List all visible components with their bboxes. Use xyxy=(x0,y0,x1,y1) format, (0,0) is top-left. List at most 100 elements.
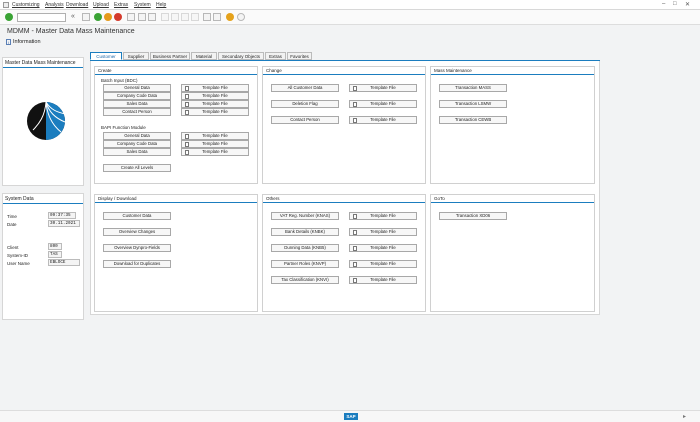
bdc-contact-person-button[interactable]: Contact Person xyxy=(103,108,171,116)
menu-help[interactable]: Help xyxy=(156,2,166,8)
template-file-button[interactable]: Template File xyxy=(181,132,249,140)
transaction-xd06-button[interactable]: Transaction XD06 xyxy=(439,212,507,220)
standard-toolbar: « xyxy=(0,10,700,25)
template-file-label: Template File xyxy=(202,101,228,106)
tab-business-partner[interactable]: Business Partner xyxy=(150,52,190,60)
help-icon[interactable] xyxy=(226,13,234,21)
all-customer-data-button[interactable]: All Customer Data xyxy=(271,84,339,92)
tab-customer[interactable]: Customer xyxy=(90,52,122,60)
command-field[interactable] xyxy=(17,13,66,22)
bapi-general-data-button[interactable]: General Data xyxy=(103,132,171,140)
bapi-sales-data-button[interactable]: Sales Data xyxy=(103,148,171,156)
create-all-levels-button[interactable]: Create All Levels xyxy=(103,164,171,172)
find-icon[interactable] xyxy=(138,13,146,21)
template-file-button[interactable]: Template File xyxy=(349,276,417,284)
system-data-title: System Data xyxy=(5,196,34,202)
dunning-data-button[interactable]: Dunning Data (KNB5) xyxy=(271,244,339,252)
menu-customizing[interactable]: Customizing xyxy=(12,2,40,8)
tax-classification-button[interactable]: Tax Classification (KNVI) xyxy=(271,276,339,284)
back-icon[interactable] xyxy=(94,13,102,21)
contact-person-button[interactable]: Contact Person xyxy=(271,116,339,124)
divider xyxy=(95,202,257,203)
deletion-flag-button[interactable]: Deletion Flag xyxy=(271,100,339,108)
menu-analysis[interactable]: Analysis xyxy=(45,2,64,8)
divider xyxy=(263,202,425,203)
overview-dynpro-fields-button[interactable]: Overview Dynpro-Fields xyxy=(103,244,171,252)
enter-icon[interactable] xyxy=(5,13,13,21)
date-field: 30.11.2021 xyxy=(48,220,80,227)
others-group: Others VAT Reg. Number (KNAS) Bank Detai… xyxy=(262,194,426,312)
template-file-button[interactable]: Template File xyxy=(349,260,417,268)
tab-favorites[interactable]: Favorites xyxy=(287,52,312,60)
information-button[interactable]: i Information xyxy=(6,39,41,45)
tab-extras[interactable]: Extras xyxy=(265,52,286,60)
tab-supplier[interactable]: Supplier xyxy=(123,52,149,60)
partner-roles-button[interactable]: Partner Roles (KNVP) xyxy=(271,260,339,268)
status-expand-icon[interactable]: ▸ xyxy=(683,413,686,420)
others-title: Others xyxy=(266,196,280,201)
last-page-icon[interactable] xyxy=(191,13,199,21)
layout-settings-icon[interactable] xyxy=(237,13,245,21)
template-file-button[interactable]: Template File xyxy=(349,100,417,108)
template-file-label: Template File xyxy=(370,245,396,250)
bapi-company-code-data-button[interactable]: Company Code Data xyxy=(103,140,171,148)
menu-download[interactable]: Download xyxy=(66,2,88,8)
page-title: MDMM - Master Data Mass Maintenance xyxy=(7,28,135,35)
time-field: 09:37:35 xyxy=(48,212,76,219)
first-page-icon[interactable] xyxy=(161,13,169,21)
tab-secondary-objects[interactable]: Secondary Objects xyxy=(218,52,264,60)
template-file-button[interactable]: Template File xyxy=(349,116,417,124)
divider xyxy=(3,67,83,68)
batch-input-label: Batch Input (BDC) xyxy=(101,78,138,83)
bdc-company-code-data-button[interactable]: Company Code Data xyxy=(103,92,171,100)
display-download-group: Display / Download Customer Data Overvie… xyxy=(94,194,258,312)
shortcut-icon[interactable] xyxy=(213,13,221,21)
minimize-icon[interactable]: – xyxy=(662,1,665,7)
sap-menu-icon[interactable] xyxy=(3,2,9,8)
tab-material[interactable]: Material xyxy=(191,52,217,60)
template-file-button[interactable]: Template File xyxy=(349,244,417,252)
menu-extras[interactable]: Extras xyxy=(114,2,128,8)
date-label: Date xyxy=(7,222,17,227)
transaction-cewb-button[interactable]: Transaction CEWB xyxy=(439,116,507,124)
template-file-button[interactable]: Template File xyxy=(349,212,417,220)
overview-changes-button[interactable]: Overview Changes xyxy=(103,228,171,236)
create-title: Create xyxy=(98,68,112,73)
goto-group: GoTo Transaction XD06 xyxy=(430,194,595,312)
template-file-button[interactable]: Template File xyxy=(349,84,417,92)
bdc-sales-data-button[interactable]: Sales Data xyxy=(103,100,171,108)
download-duplicates-button[interactable]: Download for Duplicates xyxy=(103,260,171,268)
template-file-button[interactable]: Template File xyxy=(181,148,249,156)
template-file-label: Template File xyxy=(370,277,396,282)
find-next-icon[interactable] xyxy=(148,13,156,21)
create-group: Create Batch Input (BDC) General Data Co… xyxy=(94,66,258,184)
transaction-lsmw-button[interactable]: Transaction LSMW xyxy=(439,100,507,108)
menu-upload[interactable]: Upload xyxy=(93,2,109,8)
save-icon[interactable] xyxy=(82,13,90,21)
template-file-button[interactable]: Template File xyxy=(181,92,249,100)
bdc-general-data-button[interactable]: General Data xyxy=(103,84,171,92)
previous-page-icon[interactable] xyxy=(171,13,179,21)
exit-icon[interactable] xyxy=(104,13,112,21)
transaction-mass-button[interactable]: Transaction MASS xyxy=(439,84,507,92)
template-file-label: Template File xyxy=(370,101,396,106)
template-file-label: Template File xyxy=(202,149,228,154)
maximize-icon[interactable]: □ xyxy=(673,1,677,7)
bank-details-button[interactable]: Bank Details (KNBK) xyxy=(271,228,339,236)
client-field: 800 xyxy=(48,243,62,250)
close-icon[interactable]: ✕ xyxy=(685,1,690,8)
template-file-button[interactable]: Template File xyxy=(181,108,249,116)
template-file-button[interactable]: Template File xyxy=(181,100,249,108)
customer-data-button[interactable]: Customer Data xyxy=(103,212,171,220)
vat-reg-number-button[interactable]: VAT Reg. Number (KNAS) xyxy=(271,212,339,220)
menu-system[interactable]: System xyxy=(134,2,151,8)
next-page-icon[interactable] xyxy=(181,13,189,21)
template-file-button[interactable]: Template File xyxy=(181,140,249,148)
new-session-icon[interactable] xyxy=(203,13,211,21)
collapse-icon[interactable]: « xyxy=(71,13,75,20)
template-file-label: Template File xyxy=(202,93,228,98)
template-file-button[interactable]: Template File xyxy=(349,228,417,236)
print-icon[interactable] xyxy=(127,13,135,21)
cancel-icon[interactable] xyxy=(114,13,122,21)
template-file-button[interactable]: Template File xyxy=(181,84,249,92)
